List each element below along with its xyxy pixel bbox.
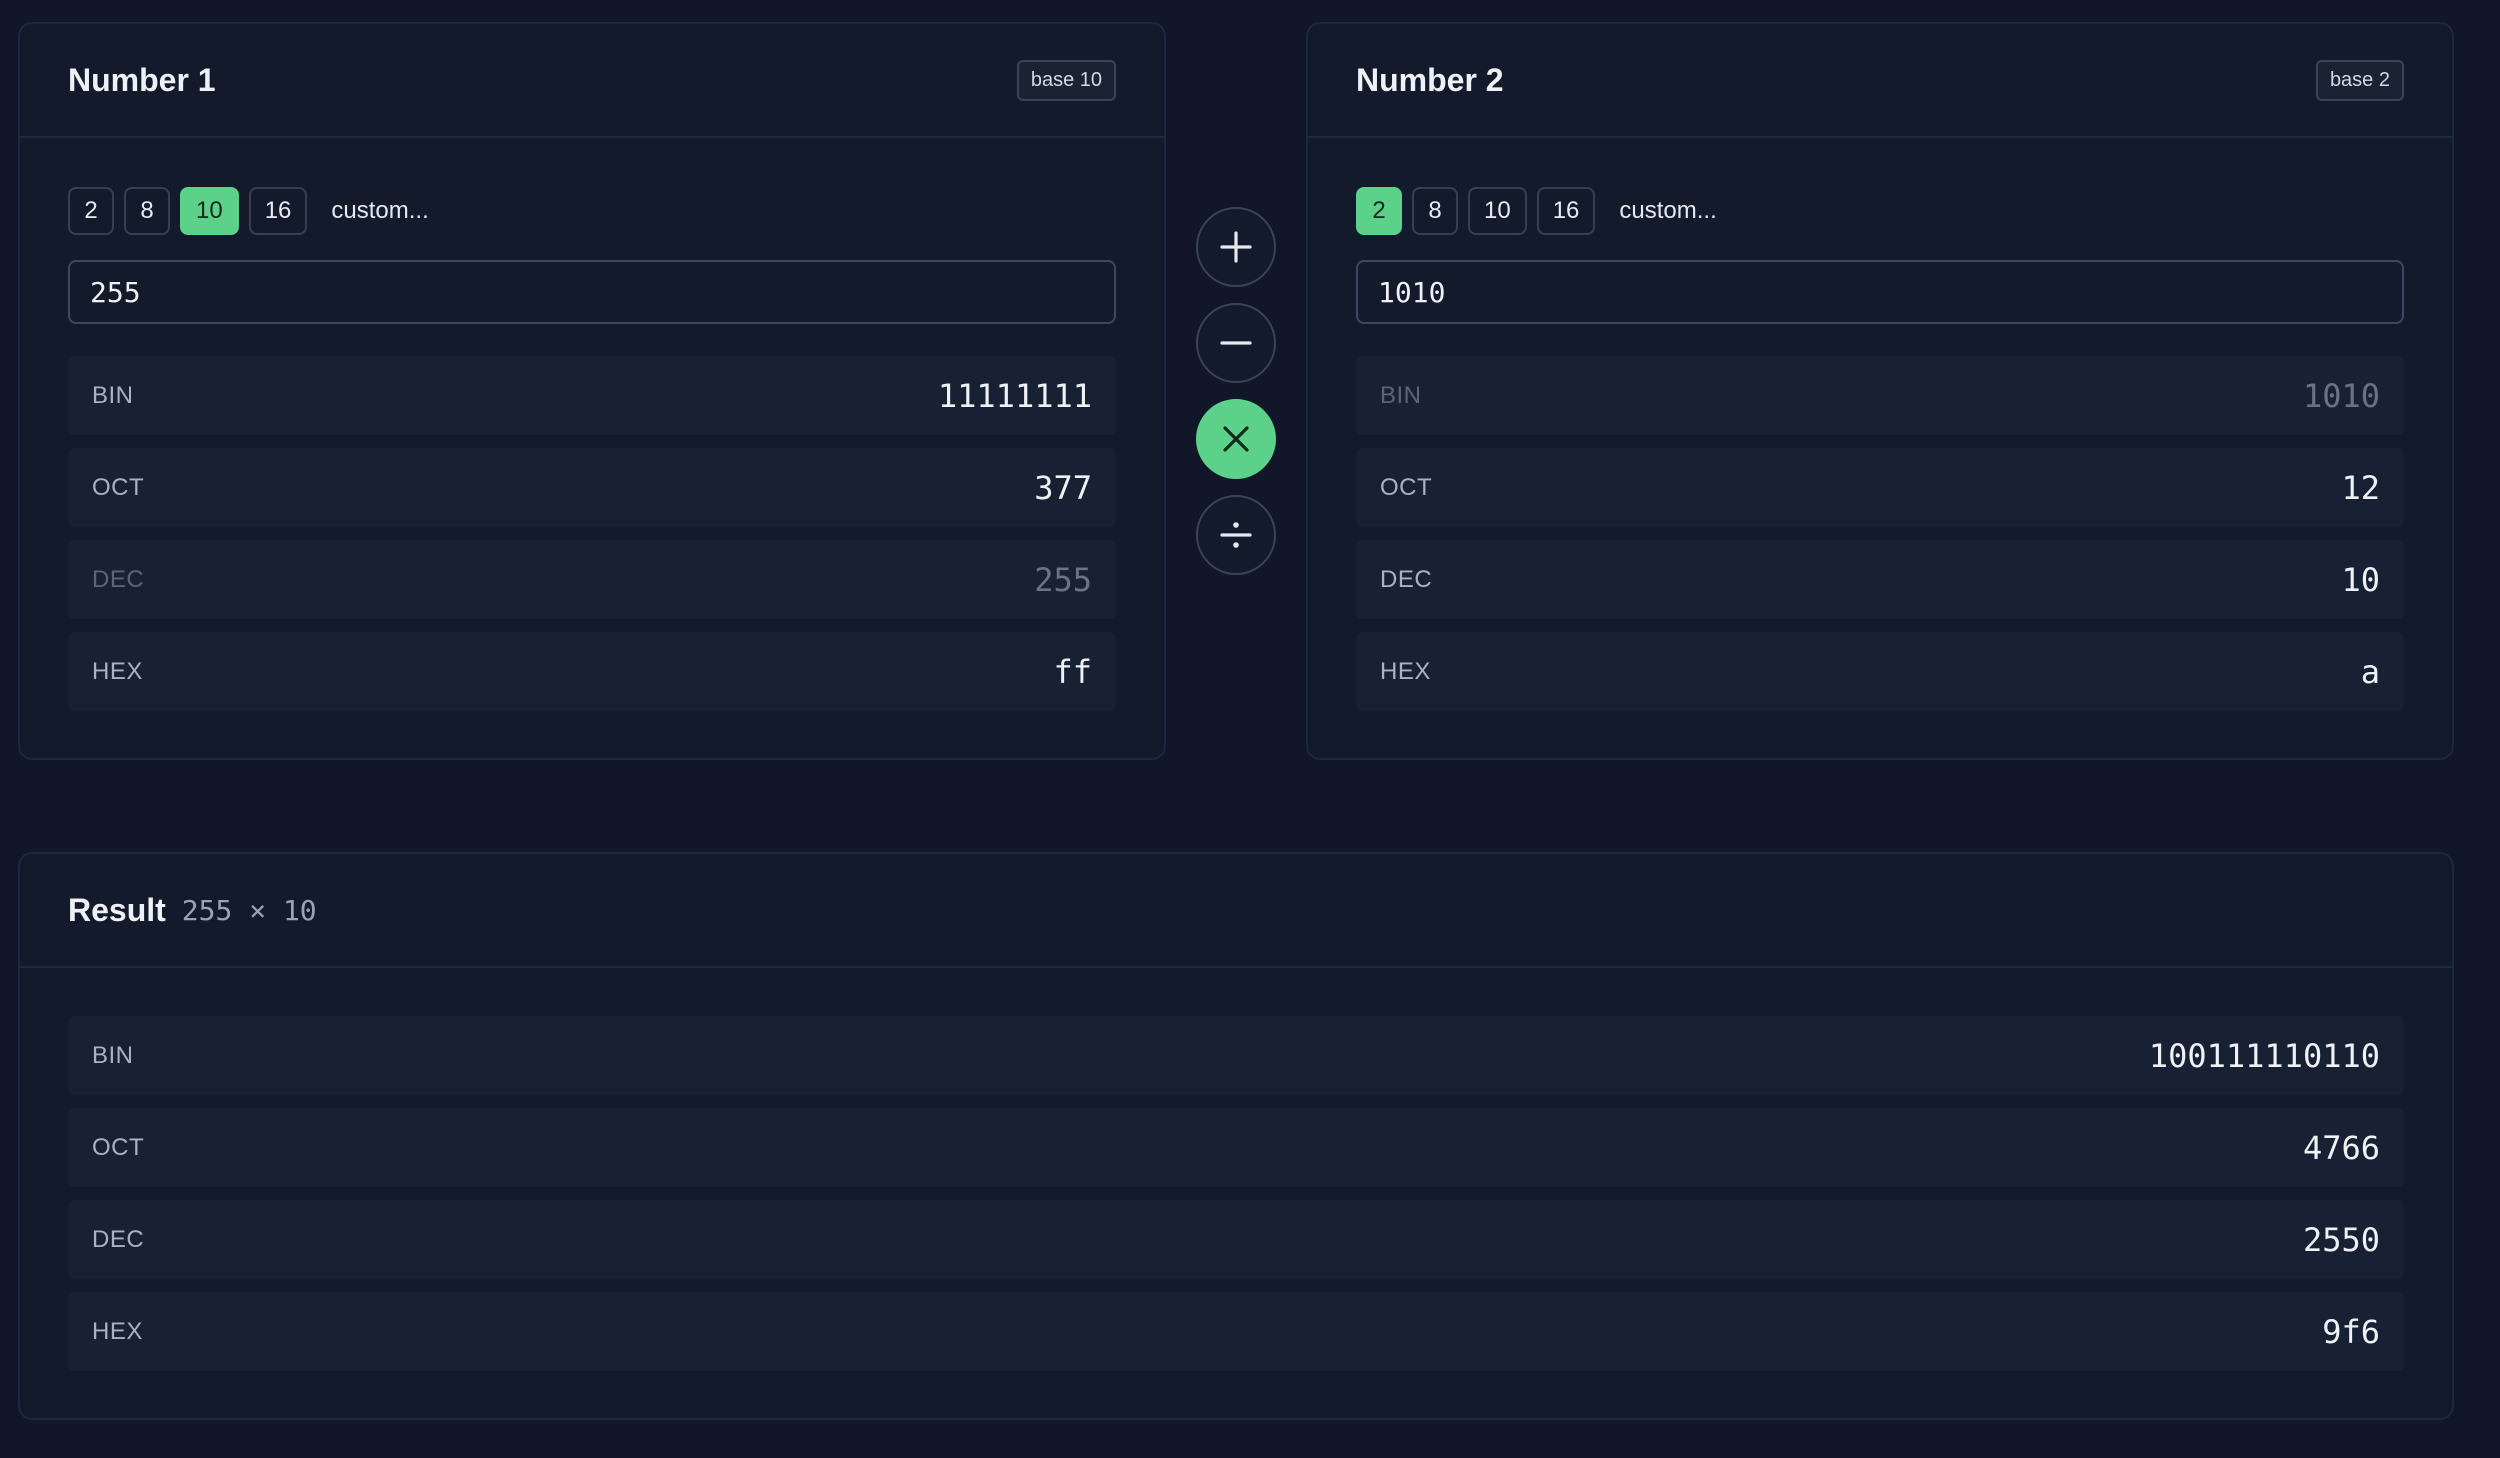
number-1-base-8-button[interactable]: 8 (124, 187, 170, 235)
dec-label: DEC (92, 565, 145, 593)
number-1-base-selector: 2 8 10 16 custom... (68, 186, 1116, 236)
number-2-custom-base-link[interactable]: custom... (1619, 197, 1716, 225)
result-title: Result (68, 891, 166, 928)
oct-value: 12 (2341, 468, 2380, 507)
number-1-oct-row: OCT 377 (68, 448, 1116, 527)
number-1-base-badge: base 10 (1016, 59, 1116, 101)
number-2-base-2-button[interactable]: 2 (1356, 187, 1402, 235)
number-2-title: Number 2 (1356, 61, 1504, 98)
result-oct-row: OCT 4766 (68, 1108, 2404, 1187)
hex-label: HEX (92, 1317, 143, 1345)
operator-selector (1196, 207, 1276, 575)
hex-value: ff (1053, 652, 1092, 691)
bin-value: 1010 (2302, 376, 2380, 415)
hex-label: HEX (1380, 657, 1431, 685)
number-1-input[interactable]: 255 (68, 260, 1116, 324)
bin-label: BIN (92, 381, 134, 409)
number-2-oct-row: OCT 12 (1356, 448, 2404, 527)
bin-label: BIN (1380, 381, 1422, 409)
minus-icon (1220, 341, 1252, 345)
dec-label: DEC (92, 1225, 145, 1253)
hex-label: HEX (92, 657, 143, 685)
oct-label: OCT (1380, 473, 1433, 501)
number-1-dec-row: DEC 255 (68, 540, 1116, 619)
number-2-panel: Number 2 base 2 2 8 10 16 custom... 1010… (1306, 22, 2454, 760)
number-2-hex-row: HEX a (1356, 632, 2404, 711)
hex-value: 9f6 (2322, 1312, 2380, 1351)
number-2-base-selector: 2 8 10 16 custom... (1356, 186, 2404, 236)
plus-icon (1220, 231, 1252, 263)
number-2-bin-row: BIN 1010 (1356, 356, 2404, 435)
number-1-base-10-button[interactable]: 10 (180, 187, 239, 235)
oct-label: OCT (92, 1133, 145, 1161)
subtract-button[interactable] (1196, 303, 1276, 383)
number-2-base-16-button[interactable]: 16 (1536, 187, 1596, 235)
number-2-base-8-button[interactable]: 8 (1412, 187, 1458, 235)
times-icon (1223, 426, 1249, 452)
result-dec-row: DEC 2550 (68, 1200, 2404, 1279)
dec-value: 255 (1034, 560, 1092, 599)
number-2-header: Number 2 base 2 (1308, 24, 2452, 138)
result-hex-row: HEX 9f6 (68, 1292, 2404, 1371)
number-1-panel: Number 1 base 10 2 8 10 16 custom... 255… (18, 22, 1166, 760)
number-1-title: Number 1 (68, 61, 216, 98)
bin-value: 100111110110 (2148, 1036, 2380, 1075)
dec-value: 10 (2341, 560, 2380, 599)
divide-button[interactable] (1196, 495, 1276, 575)
result-expression: 255 × 10 (181, 893, 317, 927)
result-header: Result 255 × 10 (20, 854, 2452, 968)
number-1-custom-base-link[interactable]: custom... (331, 197, 428, 225)
result-panel: Result 255 × 10 BIN 100111110110 OCT 476… (18, 852, 2454, 1420)
number-1-hex-row: HEX ff (68, 632, 1116, 711)
number-2-input[interactable]: 1010 (1356, 260, 2404, 324)
multiply-button[interactable] (1196, 399, 1276, 479)
number-2-dec-row: DEC 10 (1356, 540, 2404, 619)
divide-icon (1220, 522, 1252, 548)
number-2-base-10-button[interactable]: 10 (1468, 187, 1527, 235)
number-1-header: Number 1 base 10 (20, 24, 1164, 138)
dec-label: DEC (1380, 565, 1433, 593)
number-1-bin-row: BIN 11111111 (68, 356, 1116, 435)
number-2-base-badge: base 2 (2315, 59, 2404, 101)
number-1-base-16-button[interactable]: 16 (248, 187, 308, 235)
oct-value: 4766 (2302, 1128, 2380, 1167)
bin-label: BIN (92, 1041, 134, 1069)
hex-value: a (2360, 652, 2380, 691)
result-bin-row: BIN 100111110110 (68, 1016, 2404, 1095)
add-button[interactable] (1196, 207, 1276, 287)
number-1-base-2-button[interactable]: 2 (68, 187, 114, 235)
bin-value: 11111111 (937, 376, 1092, 415)
oct-value: 377 (1034, 468, 1092, 507)
oct-label: OCT (92, 473, 145, 501)
dec-value: 2550 (2302, 1220, 2380, 1259)
